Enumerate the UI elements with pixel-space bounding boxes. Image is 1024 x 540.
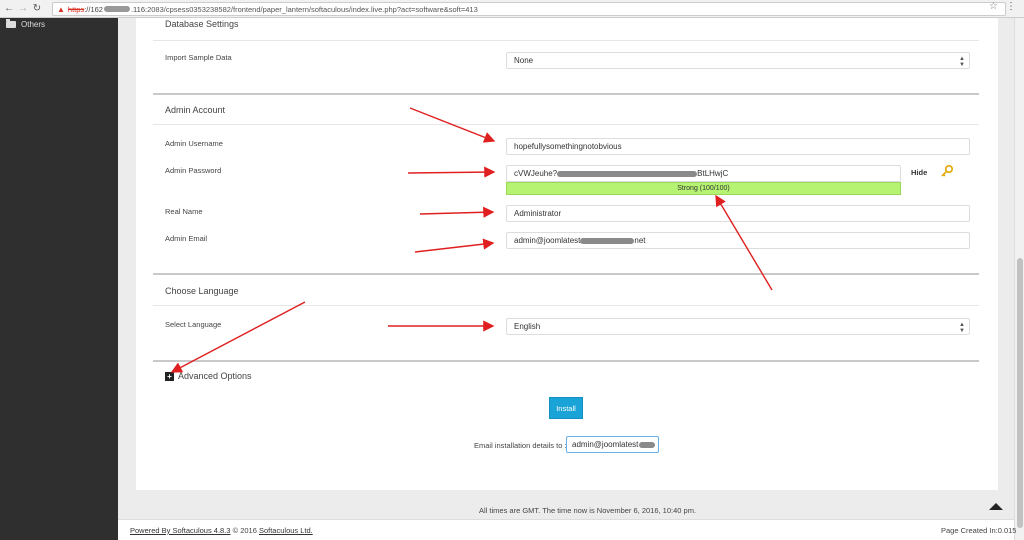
import-sample-select[interactable]: None ▲ ▼ [506,52,970,69]
footer-credits: Powered By Softaculous 4.8.3 © 2016 Soft… [130,526,313,535]
admin-password-label: Admin Password [165,166,222,175]
email-details-label: Email installation details to : [474,441,567,450]
select-language-label: Select Language [165,320,222,329]
hide-password-link[interactable]: Hide [911,168,927,177]
forward-icon[interactable]: → [16,0,30,18]
powered-by-link[interactable]: Powered By Softaculous 4.8.3 [130,526,230,535]
password-strength-meter: Strong (100/100) [506,182,901,195]
key-icon[interactable] [940,164,954,180]
scrollbar[interactable] [1014,18,1024,540]
section-divider [153,360,979,362]
admin-email-start: admin@joomlatest [514,236,581,245]
url-host-end: .116 [130,4,145,14]
language-select-value: English [514,322,541,331]
plus-icon: + [165,371,174,381]
install-button[interactable]: Install [549,397,583,419]
redacted-password [557,170,698,177]
admin-password-start: cVWJeuhe? [514,169,558,178]
browser-menu-icon[interactable]: ⋮ [1006,1,1016,12]
email-details-value: admin@joomlatest [572,440,639,449]
admin-password-field[interactable]: cVWJeuhe? BtLHwjC [506,165,901,182]
divider [153,124,979,125]
advanced-options-label: Advanced Options [178,371,252,381]
real-name-label: Real Name [165,207,203,216]
admin-email-field[interactable]: admin@joomlatest net [506,232,970,249]
import-sample-label: Import Sample Data [165,53,232,62]
advanced-options-toggle[interactable]: + Advanced Options [165,371,252,381]
choose-language-title: Choose Language [165,286,239,296]
chevron-down-icon: ▲ ▼ [959,56,965,68]
real-name-value: Administrator [514,209,562,218]
admin-password-end: BtLHwjC [697,169,729,178]
scroll-top-icon[interactable] [989,503,1003,510]
language-select[interactable]: English ▲ ▼ [506,318,970,335]
redacted-host [103,6,130,12]
email-details-field[interactable]: admin@joomlatest [566,436,659,453]
folder-icon [6,19,16,28]
divider [153,40,979,41]
copyright-text: © 2016 [232,526,257,535]
redacted-email [639,441,656,448]
warning-icon: ▲ [57,4,65,14]
database-settings-title: Database Settings [165,19,239,29]
install-form-panel [136,18,998,490]
section-divider [153,273,979,275]
admin-email-label: Admin Email [165,234,208,243]
url-scheme: https [67,4,85,14]
admin-email-end: net [634,236,646,245]
reload-icon[interactable]: ↻ [30,0,44,18]
chevron-down-icon: ▲ ▼ [959,322,965,334]
admin-username-value: hopefullysomethingnotobvious [514,142,622,151]
sidebar-item-label: Others [21,20,46,29]
back-icon[interactable]: ← [2,0,16,18]
divider [153,305,979,306]
url-host-start: ://162 [84,4,103,14]
admin-username-label: Admin Username [165,139,223,148]
bookmark-star-icon[interactable]: ☆ [989,1,998,12]
section-divider [153,93,979,95]
company-link[interactable]: Softaculous Ltd. [259,526,313,535]
sidebar-item-others[interactable]: Others [0,18,118,31]
admin-username-field[interactable]: hopefullysomethingnotobvious [506,138,970,155]
real-name-field[interactable]: Administrator [506,205,970,222]
import-sample-value: None [514,56,534,65]
time-note: All times are GMT. The time now is Novem… [479,506,697,515]
sidebar: Others [0,18,118,540]
admin-account-title: Admin Account [165,105,226,115]
page-created-text: Page Created In:0.015 [941,526,1017,535]
url-path: :2083/cpsess0353238582/frontend/paper_la… [145,4,478,14]
address-bar[interactable]: ▲ https ://162 .116 :2083/cpsess03532385… [52,2,1006,16]
scrollbar-thumb[interactable] [1017,258,1023,528]
redacted-email [580,237,635,244]
